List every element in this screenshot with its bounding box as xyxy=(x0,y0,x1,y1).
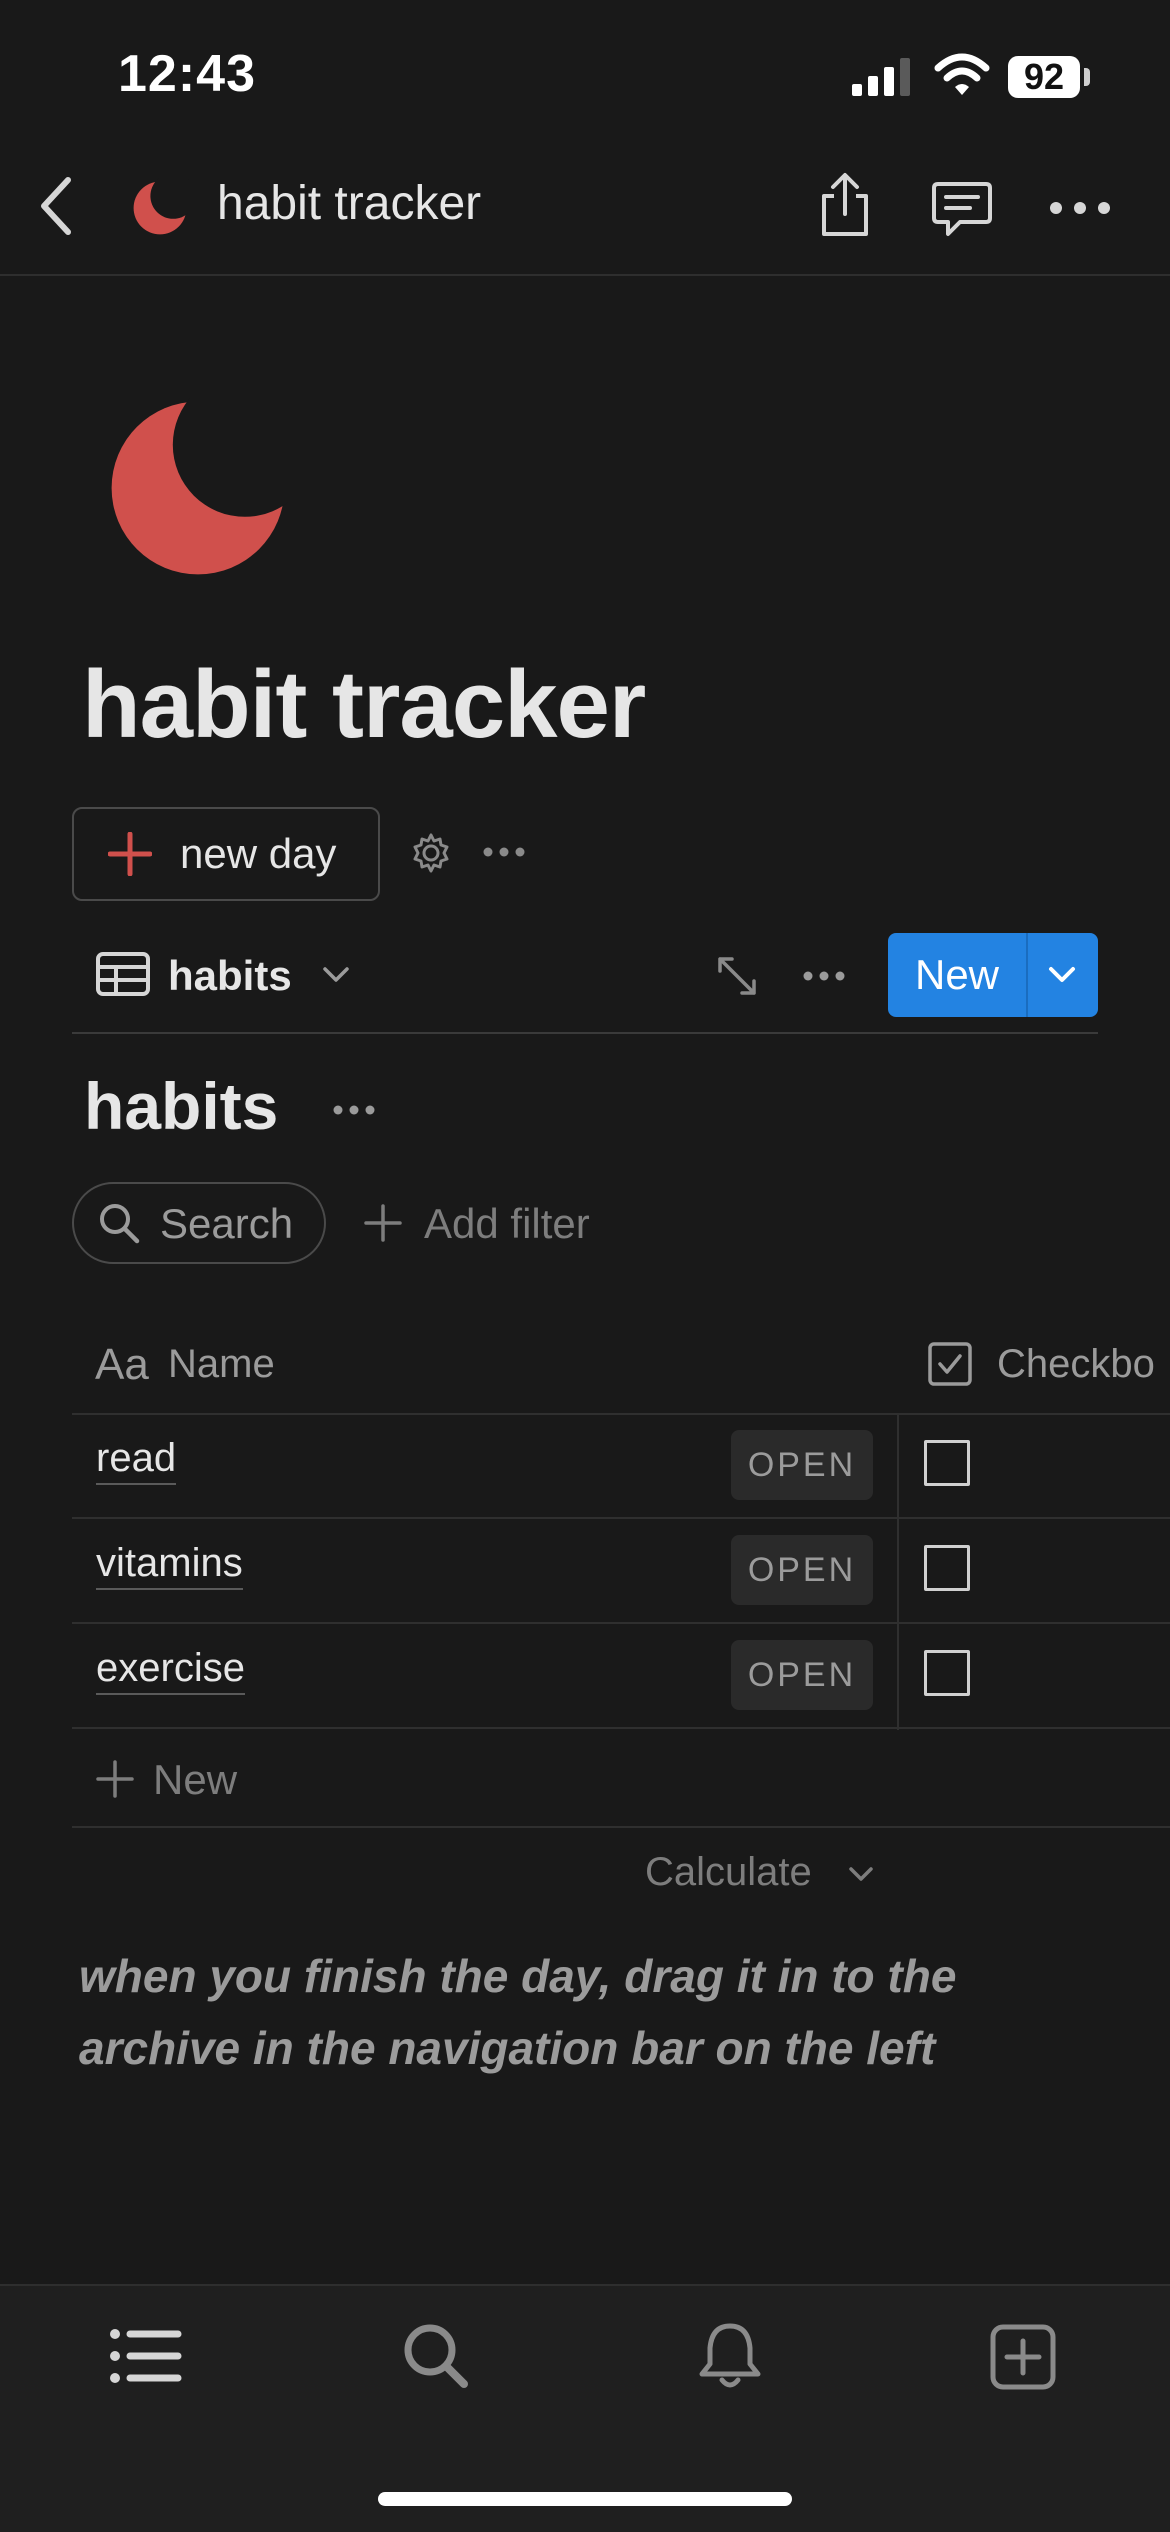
new-page-icon[interactable] xyxy=(990,2324,1056,2390)
text-property-icon: Aa xyxy=(95,1340,149,1389)
view-more-icon[interactable] xyxy=(802,970,846,982)
status-time: 12:43 xyxy=(118,45,256,103)
sidebar-list-icon[interactable] xyxy=(108,2326,182,2386)
share-icon[interactable] xyxy=(816,172,874,238)
add-new-row-button[interactable]: New xyxy=(153,1756,237,1804)
new-day-button[interactable]: new day xyxy=(72,807,380,901)
nav-divider xyxy=(0,274,1170,276)
column-header-name[interactable]: Name xyxy=(168,1342,275,1387)
comment-icon[interactable] xyxy=(930,180,994,240)
search-tab-icon[interactable] xyxy=(402,2322,470,2390)
new-button-label[interactable]: New xyxy=(888,933,1026,1017)
table-view-icon xyxy=(96,952,150,996)
row-name-exercise[interactable]: exercise xyxy=(96,1646,245,1695)
more-options-icon[interactable] xyxy=(482,846,526,858)
table-row-divider xyxy=(72,1727,1170,1729)
row-checkbox[interactable] xyxy=(924,1440,970,1486)
row-checkbox[interactable] xyxy=(924,1545,970,1591)
wifi-icon xyxy=(934,52,990,98)
new-button-divider xyxy=(1026,933,1028,1017)
view-selector[interactable]: habits xyxy=(168,952,292,1000)
add-filter-plus-icon xyxy=(364,1204,402,1242)
add-filter-button[interactable]: Add filter xyxy=(424,1200,590,1248)
moon-page-icon xyxy=(130,178,190,238)
new-dropdown-chevron-icon[interactable] xyxy=(1048,966,1076,984)
home-indicator xyxy=(378,2492,792,2506)
back-icon[interactable] xyxy=(36,176,76,236)
battery-nub xyxy=(1084,68,1090,86)
open-button[interactable]: OPEN xyxy=(731,1640,873,1710)
row-checkbox[interactable] xyxy=(924,1650,970,1696)
column-divider xyxy=(897,1414,899,1730)
table-row-divider xyxy=(72,1517,1170,1519)
column-header-checkbox[interactable]: Checkbo xyxy=(997,1342,1155,1387)
table-footer-divider xyxy=(72,1826,1170,1828)
more-icon[interactable] xyxy=(1048,200,1112,216)
cellular-signal-icon xyxy=(852,58,914,96)
database-title: habits xyxy=(84,1069,279,1143)
page-title: habit tracker xyxy=(82,651,646,758)
table-row-divider xyxy=(72,1622,1170,1624)
plus-icon xyxy=(108,832,152,876)
calculate-button[interactable]: Calculate xyxy=(645,1850,812,1895)
checkbox-property-icon xyxy=(928,1342,972,1386)
database-more-icon[interactable] xyxy=(332,1104,376,1116)
table-header-divider xyxy=(72,1413,1170,1415)
search-label: Search xyxy=(160,1200,294,1247)
view-divider xyxy=(72,1032,1098,1034)
open-button[interactable]: OPEN xyxy=(731,1430,873,1500)
expand-icon[interactable] xyxy=(716,955,758,997)
add-row-plus-icon xyxy=(96,1760,134,1798)
battery-indicator: 92 xyxy=(1008,56,1080,98)
row-name-vitamins[interactable]: vitamins xyxy=(96,1541,243,1590)
nav-title: habit tracker xyxy=(217,177,482,230)
row-name-read[interactable]: read xyxy=(96,1436,177,1485)
new-day-label: new day xyxy=(180,830,337,877)
moon-icon[interactable] xyxy=(108,398,288,578)
chevron-down-icon[interactable] xyxy=(322,966,350,984)
calculate-chevron-icon[interactable] xyxy=(848,1866,874,1882)
search-icon xyxy=(98,1202,140,1244)
gear-icon[interactable] xyxy=(410,832,452,874)
notifications-bell-icon[interactable] xyxy=(696,2320,764,2392)
open-button[interactable]: OPEN xyxy=(731,1535,873,1605)
instruction-note: when you finish the day, drag it in to t… xyxy=(79,1950,957,2074)
